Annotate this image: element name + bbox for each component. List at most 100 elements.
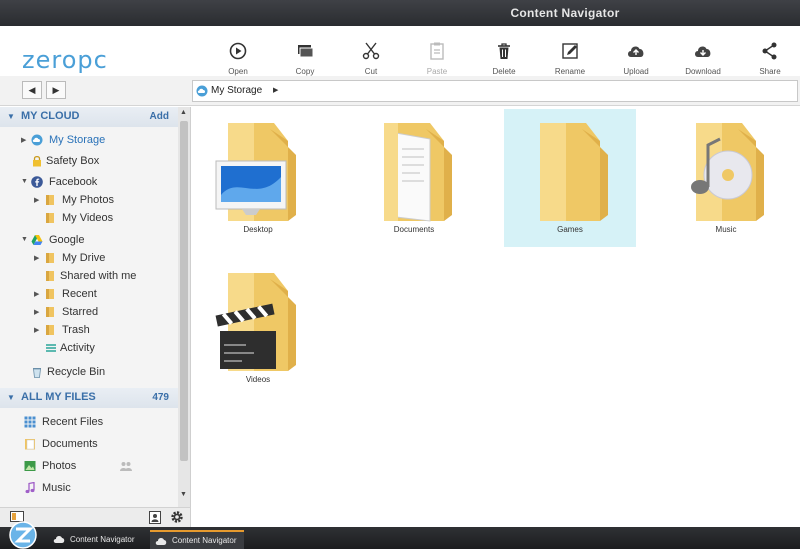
path-current[interactable]: My Storage <box>211 85 262 96</box>
folder-icon <box>46 271 54 281</box>
add-cloud-link[interactable]: Add <box>150 111 169 122</box>
sidebar-item-my-storage[interactable]: ▶ My Storage <box>21 132 171 150</box>
expand-arrow-icon[interactable]: ▶ <box>34 196 39 204</box>
lock-icon <box>33 155 41 167</box>
navigation-bar: ◀ ▶ My Storage ▶ <box>0 76 800 106</box>
facebook-icon <box>31 176 43 188</box>
cloud-icon <box>53 536 65 543</box>
zeropc-logo: zeropc <box>22 46 108 74</box>
google-drive-icon <box>31 235 43 245</box>
sidebar-item-safety-box[interactable]: Safety Box <box>21 153 171 171</box>
folder-tile-games[interactable]: Games <box>504 109 636 247</box>
zeropc-start-icon[interactable] <box>6 521 40 549</box>
folder-music-icon <box>691 123 764 221</box>
paste-button[interactable]: Paste <box>407 40 467 76</box>
folder-icon <box>46 195 54 205</box>
sidebar-item-recent[interactable]: ▶ Recent <box>34 286 174 304</box>
folder-icon <box>46 253 54 263</box>
photo-icon <box>24 461 36 471</box>
cloud-download-icon <box>695 46 711 57</box>
music-note-icon <box>25 482 35 494</box>
folder-icon <box>46 213 54 223</box>
contact-card-icon[interactable] <box>149 511 161 524</box>
taskbar-item-content-navigator-active[interactable]: Content Navigator <box>150 530 245 549</box>
expand-arrow-icon[interactable]: ▶ <box>34 308 39 316</box>
expand-arrow-icon[interactable]: ▶ <box>34 254 39 262</box>
storage-cloud-icon <box>196 85 208 97</box>
scroll-down-icon[interactable]: ▼ <box>180 491 187 498</box>
delete-button[interactable]: Delete <box>474 40 534 76</box>
expand-arrow-icon[interactable]: ▶ <box>34 290 39 298</box>
scroll-up-icon[interactable]: ▲ <box>180 109 187 116</box>
sidebar-item-trash[interactable]: ▶ Trash <box>34 322 174 340</box>
path-bar[interactable]: My Storage ▶ <box>192 80 798 102</box>
folder-icon <box>46 325 54 335</box>
sidebar-item-recycle-bin[interactable]: Recycle Bin <box>21 364 171 382</box>
collapse-arrow-icon[interactable]: ▼ <box>21 178 28 185</box>
sidebar-item-my-drive[interactable]: ▶ My Drive <box>34 250 174 268</box>
download-button[interactable]: Download <box>673 40 733 76</box>
sidebar-item-activity[interactable]: Activity <box>34 340 174 358</box>
sidebar-item-google[interactable]: ▼ Google <box>21 232 171 250</box>
file-view: Desktop Documents Games Music Videos <box>192 107 800 527</box>
window-titlebar: Content Navigator <box>0 0 800 26</box>
folder-icon <box>46 289 54 299</box>
share-icon <box>762 42 777 60</box>
section-all-my-files[interactable]: ▼ ALL MY FILES 479 <box>0 388 178 408</box>
folder-tile-videos[interactable]: Videos <box>192 259 324 397</box>
collapse-arrow-icon[interactable]: ▼ <box>7 393 15 402</box>
taskbar-item-content-navigator[interactable]: Content Navigator <box>48 530 142 549</box>
documents-icon <box>25 439 35 450</box>
sidebar-item-shared-with-me[interactable]: Shared with me <box>34 268 174 286</box>
sidebar-item-documents[interactable]: Documents <box>21 436 171 454</box>
storage-cloud-icon <box>31 134 43 146</box>
sidebar-item-photos[interactable]: Photos <box>21 458 171 476</box>
rename-button[interactable]: Rename <box>540 40 600 76</box>
gear-icon[interactable] <box>170 510 184 524</box>
folder-desktop-icon <box>215 123 296 221</box>
sidebar-item-my-videos[interactable]: My Videos <box>34 210 174 228</box>
sidebar-item-my-photos[interactable]: ▶ My Photos <box>34 192 174 210</box>
folder-tile-desktop[interactable]: Desktop <box>192 109 324 247</box>
expand-arrow-icon[interactable]: ▶ <box>21 136 26 144</box>
app-header: zeropc Open Copy Cut Paste Delete Rename… <box>0 26 800 76</box>
sidebar-item-music[interactable]: Music <box>21 480 171 498</box>
activity-list-icon <box>46 344 56 352</box>
sidebar-scrollbar[interactable]: ▲ ▼ <box>178 107 190 507</box>
play-circle-icon <box>229 42 247 60</box>
back-button[interactable]: ◀ <box>22 81 42 99</box>
sidebar-item-facebook[interactable]: ▼ Facebook <box>21 174 171 192</box>
people-icon <box>120 462 132 471</box>
path-arrow-icon[interactable]: ▶ <box>273 86 278 94</box>
taskbar: Content Navigator Content Navigator <box>0 521 800 549</box>
scrollbar-thumb[interactable] <box>180 121 188 461</box>
sidebar: ▼ MY CLOUD Add ▶ My Storage Safety Box ▼… <box>0 107 191 507</box>
sidebar-item-recent-files[interactable]: Recent Files <box>21 414 171 432</box>
recycle-bin-icon <box>33 368 41 378</box>
cut-button[interactable]: Cut <box>341 40 401 76</box>
clipboard-icon <box>430 42 444 60</box>
collapse-arrow-icon[interactable]: ▼ <box>7 112 15 121</box>
trash-icon <box>498 43 510 59</box>
copy-button[interactable]: Copy <box>275 40 335 76</box>
folder-tile-music[interactable]: Music <box>660 109 792 247</box>
pencil-icon <box>562 43 578 59</box>
copy-icon <box>298 45 314 58</box>
grid-icon <box>24 416 36 428</box>
upload-button[interactable]: Upload <box>606 40 666 76</box>
folder-games-icon <box>540 123 608 221</box>
scissors-icon <box>362 42 380 60</box>
forward-button[interactable]: ▶ <box>46 81 66 99</box>
section-my-cloud[interactable]: ▼ MY CLOUD Add <box>0 107 178 127</box>
share-button[interactable]: Share <box>740 40 800 76</box>
folder-tile-documents[interactable]: Documents <box>348 109 480 247</box>
collapse-arrow-icon[interactable]: ▼ <box>21 236 28 243</box>
file-count-badge: 479 <box>152 392 169 403</box>
window-title: Content Navigator <box>510 6 620 20</box>
cloud-icon <box>155 538 167 545</box>
sidebar-item-starred[interactable]: ▶ Starred <box>34 304 174 322</box>
folder-videos-icon <box>215 273 296 371</box>
expand-arrow-icon[interactable]: ▶ <box>34 326 39 334</box>
open-button[interactable]: Open <box>208 40 268 76</box>
folder-icon <box>46 307 54 317</box>
